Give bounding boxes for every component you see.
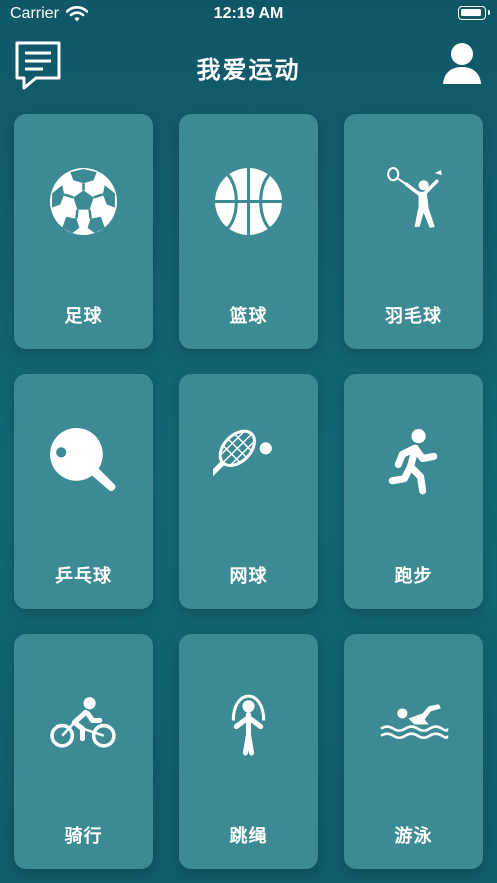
- nav-bar: 我爱运动: [0, 34, 497, 94]
- sport-card-badminton[interactable]: 羽毛球: [344, 114, 483, 349]
- running-icon: [388, 429, 438, 495]
- page-title: 我爱运动: [196, 56, 301, 84]
- swimming-icon: [380, 704, 449, 739]
- soccer-ball-icon: [50, 168, 117, 235]
- sport-card-soccer[interactable]: 足球: [14, 114, 153, 349]
- sport-label: 跳绳: [229, 826, 268, 847]
- sport-card-cycling[interactable]: 骑行: [14, 634, 153, 869]
- sport-card-swimming[interactable]: 游泳: [344, 634, 483, 869]
- tennis-racket-icon: [213, 429, 272, 483]
- sport-card-tennis[interactable]: 网球: [179, 374, 318, 609]
- sport-card-basketball[interactable]: 篮球: [179, 114, 318, 349]
- user-profile-icon[interactable]: [441, 42, 483, 86]
- sport-label: 足球: [64, 306, 103, 327]
- sport-card-ping-pong[interactable]: 乒乓球: [14, 374, 153, 609]
- badminton-player-icon: [387, 167, 442, 228]
- sport-card-jump-rope[interactable]: 跳绳: [179, 634, 318, 869]
- sport-label: 游泳: [394, 826, 433, 847]
- sport-label: 乒乓球: [55, 566, 112, 587]
- ping-pong-icon: [50, 428, 116, 492]
- sport-label: 骑行: [64, 826, 103, 847]
- jump-rope-icon: [231, 694, 266, 756]
- sport-label: 篮球: [229, 306, 268, 327]
- sport-label: 羽毛球: [385, 306, 442, 327]
- battery-icon: [458, 6, 490, 20]
- sport-card-running[interactable]: 跑步: [344, 374, 483, 609]
- clock: 12:19 AM: [213, 5, 284, 22]
- sports-grid: 足球 篮球 羽毛球 乒乓球 网球 跑步 骑行 跳绳 游泳: [14, 114, 484, 870]
- sport-label: 网球: [229, 566, 268, 587]
- status-bar: Carrier 12:19 AM: [0, 0, 497, 30]
- basketball-icon: [215, 168, 282, 235]
- cycling-icon: [50, 697, 116, 748]
- sport-label: 跑步: [394, 566, 433, 587]
